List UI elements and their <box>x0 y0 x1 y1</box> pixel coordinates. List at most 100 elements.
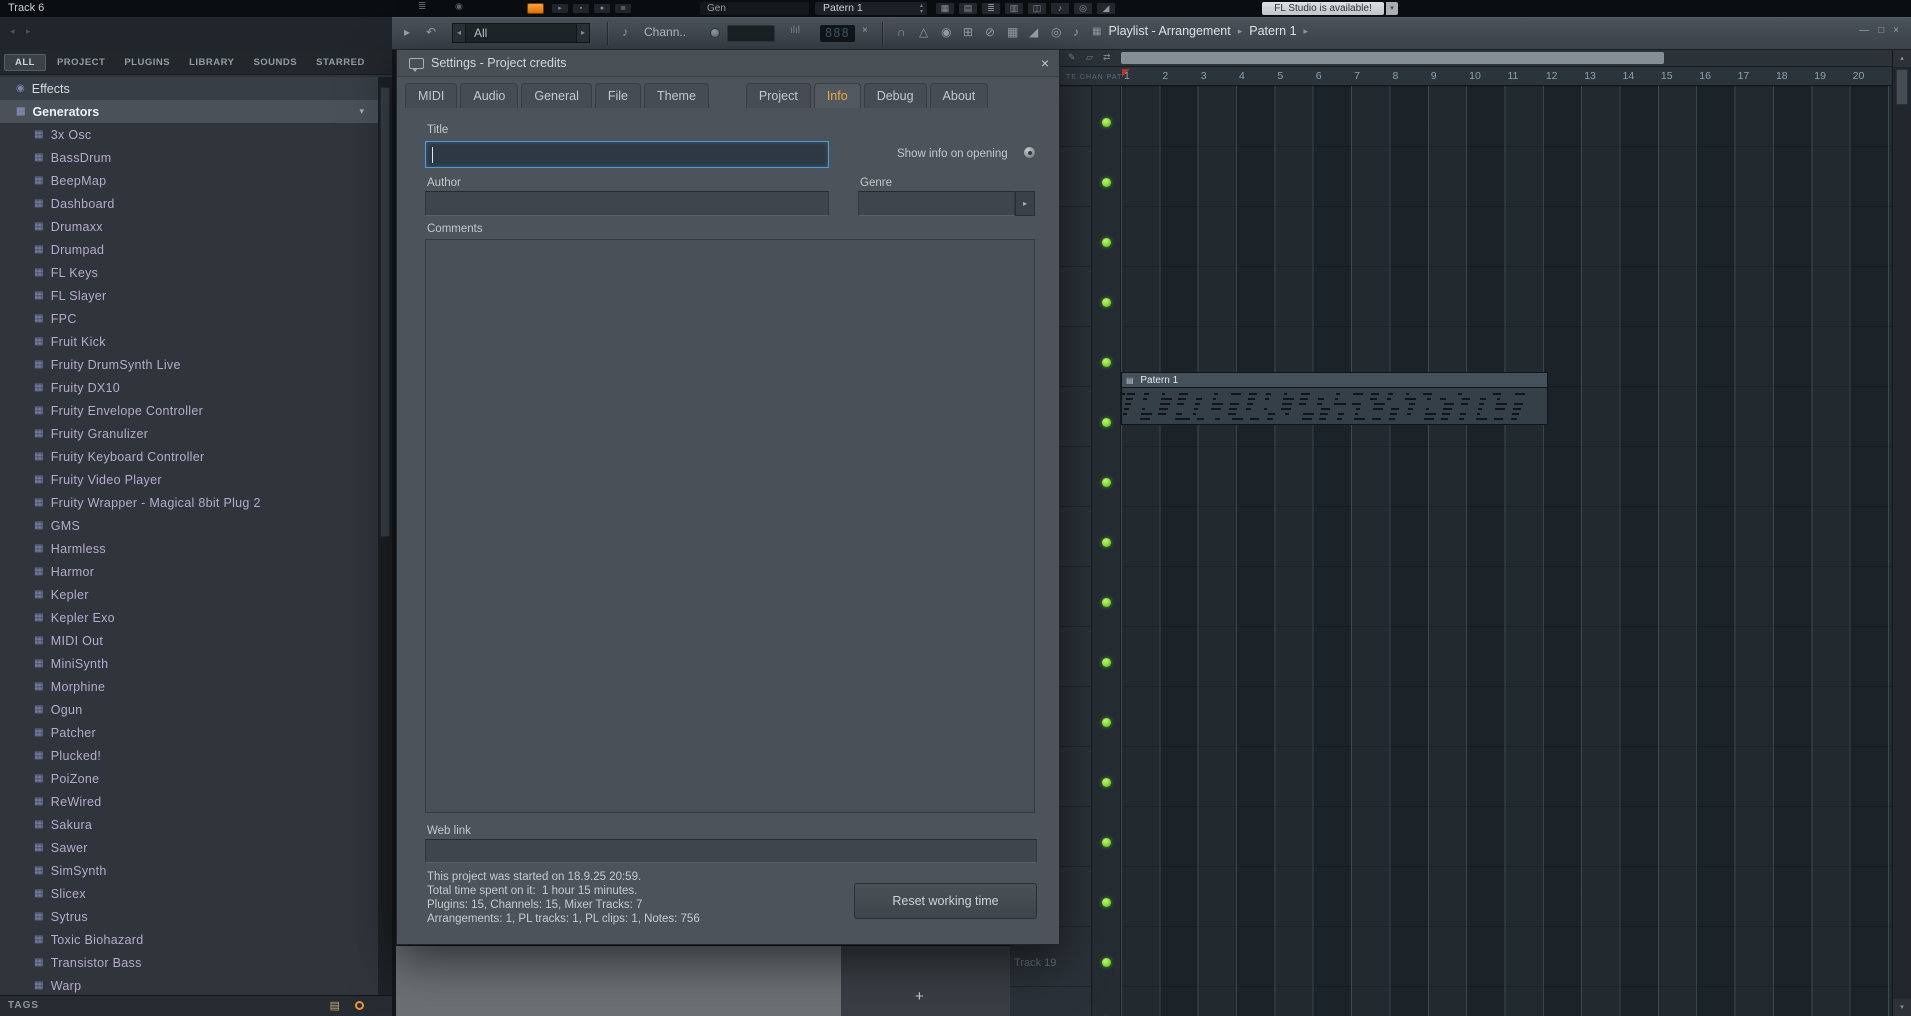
browser-item[interactable]: ▦ GMS <box>0 514 378 537</box>
browser-group-generators[interactable]: ▦ Generators ▾ <box>0 100 378 123</box>
browser-item[interactable]: ▦ Kepler Exo <box>0 606 378 629</box>
track-mute-led[interactable] <box>1102 118 1111 127</box>
pencil-tool-icon[interactable]: ✎ <box>1068 52 1076 63</box>
browser-group-effects[interactable]: ◉ Effects <box>0 77 378 100</box>
spinner-down-icon[interactable]: ▾ <box>920 9 923 15</box>
dialog-tab[interactable]: Project <box>745 83 811 108</box>
dialog-tab[interactable]: Info <box>813 83 861 108</box>
track-name[interactable]: Track 19 <box>1014 957 1056 969</box>
track-mute-led[interactable] <box>1102 778 1111 787</box>
dialog-tab[interactable]: File <box>594 83 642 108</box>
playlist-pattern-name[interactable]: Patern 1 <box>1249 24 1296 38</box>
channel-rack-window-icon[interactable]: ≣ <box>981 2 1001 15</box>
dialog-tab[interactable]: Audio <box>460 83 519 108</box>
precount-icon[interactable]: ◉ <box>941 25 951 39</box>
chevron-right-icon[interactable]: ▸ <box>26 26 31 37</box>
playlist-grid[interactable]: ▤ Patern 1 <box>1121 86 1892 1016</box>
scroll-down-icon[interactable]: ▾ <box>1893 999 1911 1016</box>
dialog-titlebar[interactable]: Settings - Project credits × <box>397 50 1059 77</box>
piano-roll-window-icon[interactable]: ▤ <box>958 2 978 15</box>
browser-item[interactable]: ▦ Drumpad <box>0 238 378 261</box>
browser-item[interactable]: ▦ BassDrum <box>0 146 378 169</box>
browser-item[interactable]: ▦ Fruity DX10 <box>0 376 378 399</box>
playlist-hscrollbar[interactable]: ✎ ▱ ⇄ <box>1010 50 1911 67</box>
browser-item[interactable]: ▦ Fruity Wrapper - Magical 8bit Plug 2 <box>0 491 378 514</box>
slip-tool-icon[interactable]: ⇄ <box>1103 52 1111 63</box>
maximize-button[interactable]: □ <box>1878 25 1884 36</box>
browser-item[interactable]: ▦ 3x Osc <box>0 123 378 146</box>
dialog-tab[interactable]: Theme <box>644 83 709 108</box>
browser-item[interactable]: ▦ SimSynth <box>0 859 378 882</box>
record-dot-button[interactable]: ● <box>593 3 611 14</box>
browser-item[interactable]: ▦ Harmless <box>0 537 378 560</box>
track-mute-led[interactable] <box>1102 238 1111 247</box>
comments-textarea[interactable] <box>425 239 1035 813</box>
browser-item[interactable]: ▦ Fruit Kick <box>0 330 378 353</box>
snap-window-icon[interactable]: ◢ <box>1096 2 1116 15</box>
zoom-window-icon[interactable]: ◎ <box>1073 2 1093 15</box>
playlist-vscrollbar[interactable]: ▴ ▾ <box>1892 50 1911 1016</box>
browser-tab[interactable]: ALL <box>4 53 46 71</box>
playlist-ruler[interactable]: TE CHAN PAT 1 2 3 4 5 6 7 8 9 10 11 12 1… <box>1010 67 1892 86</box>
chevron-right-icon[interactable]: ▸ <box>576 23 590 43</box>
menu-icon[interactable]: ≣ <box>418 1 426 12</box>
track-mute-led[interactable] <box>1102 298 1111 307</box>
browser-tab[interactable]: SOUNDS <box>245 54 305 71</box>
track-mute-led[interactable] <box>1102 358 1111 367</box>
dialog-tab[interactable]: About <box>929 83 989 108</box>
track-mute-led[interactable] <box>1102 718 1111 727</box>
browser-tab[interactable]: LIBRARY <box>181 54 242 71</box>
browser-item[interactable]: ▦ Toxic Biohazard <box>0 928 378 951</box>
reset-working-time-button[interactable]: Reset working time <box>854 883 1037 919</box>
genre-dropdown-button[interactable]: ▸ <box>1015 191 1035 216</box>
track-mute-led[interactable] <box>1102 178 1111 187</box>
headphones-icon[interactable]: ∩ <box>897 25 906 39</box>
multilink-icon[interactable]: ⊘ <box>985 25 995 39</box>
browser-item[interactable]: ▦ Plucked! <box>0 744 378 767</box>
browser-item[interactable]: ▦ Dashboard <box>0 192 378 215</box>
precount-icon[interactable]: ◉ <box>455 1 463 12</box>
browser-item[interactable]: ▦ Harmor <box>0 560 378 583</box>
browser-item[interactable]: ▦ Morphine <box>0 675 378 698</box>
pattern-selector[interactable]: Patern 1 ▴ ▾ <box>815 2 927 15</box>
browser-item[interactable]: ▦ Fruity Granulizer <box>0 422 378 445</box>
update-notification[interactable]: FL Studio is available! ▾ <box>1262 2 1398 15</box>
dialog-tab[interactable]: General <box>521 83 592 108</box>
chevron-down-icon[interactable]: ▾ <box>359 106 364 117</box>
note-window-icon[interactable]: ♪ <box>1050 2 1070 15</box>
pattern-clip[interactable]: ▤ Patern 1 <box>1121 372 1548 425</box>
close-icon[interactable]: × <box>1041 55 1049 71</box>
snap-magnet-icon[interactable]: ◢ <box>1029 25 1038 39</box>
browser-item[interactable]: ▦ FPC <box>0 307 378 330</box>
browser-window-icon[interactable]: ◫ <box>1027 2 1047 15</box>
track-mute-led[interactable] <box>1102 898 1111 907</box>
browser-item[interactable]: ▦ Sytrus <box>0 905 378 928</box>
browser-item[interactable]: ▦ Sawer <box>0 836 378 859</box>
mixer-window-icon[interactable]: ▥ <box>1004 2 1024 15</box>
clear-icon[interactable]: × <box>862 25 868 36</box>
chevron-right-icon[interactable]: ▸ <box>1304 26 1309 37</box>
browser-item[interactable]: ▦ Kepler <box>0 583 378 606</box>
browser-item[interactable]: ▦ Fruity Video Player <box>0 468 378 491</box>
browser-item[interactable]: ▦ Patcher <box>0 721 378 744</box>
author-input[interactable] <box>425 191 829 216</box>
chevron-left-icon[interactable]: ◂ <box>452 23 466 43</box>
preview-speaker-icon[interactable]: ♪ <box>1073 25 1079 39</box>
browser-item[interactable]: ▦ Ogun <box>0 698 378 721</box>
track-mute-led[interactable] <box>1102 478 1111 487</box>
add-track-button[interactable]: + <box>915 988 924 1005</box>
zoom-icon[interactable]: ◎ <box>1051 25 1061 39</box>
undo-icon[interactable]: ↶ <box>426 25 436 39</box>
title-input[interactable] <box>425 141 829 168</box>
browser-item[interactable]: ▦ ReWired <box>0 790 378 813</box>
browser-item[interactable]: ▦ Warp <box>0 974 378 995</box>
metronome-icon[interactable]: △ <box>919 25 928 39</box>
browser-item[interactable]: ▦ MIDI Out <box>0 629 378 652</box>
record-button[interactable] <box>527 3 544 14</box>
browser-item[interactable]: ▦ MiniSynth <box>0 652 378 675</box>
filter-value[interactable]: All <box>466 23 576 43</box>
dialog-tab[interactable]: Debug <box>863 83 927 108</box>
typing-keyboard-icon[interactable]: ▦ <box>1007 25 1018 39</box>
channel-led-icon[interactable] <box>710 28 720 38</box>
minimize-button[interactable]: — <box>1859 25 1869 36</box>
